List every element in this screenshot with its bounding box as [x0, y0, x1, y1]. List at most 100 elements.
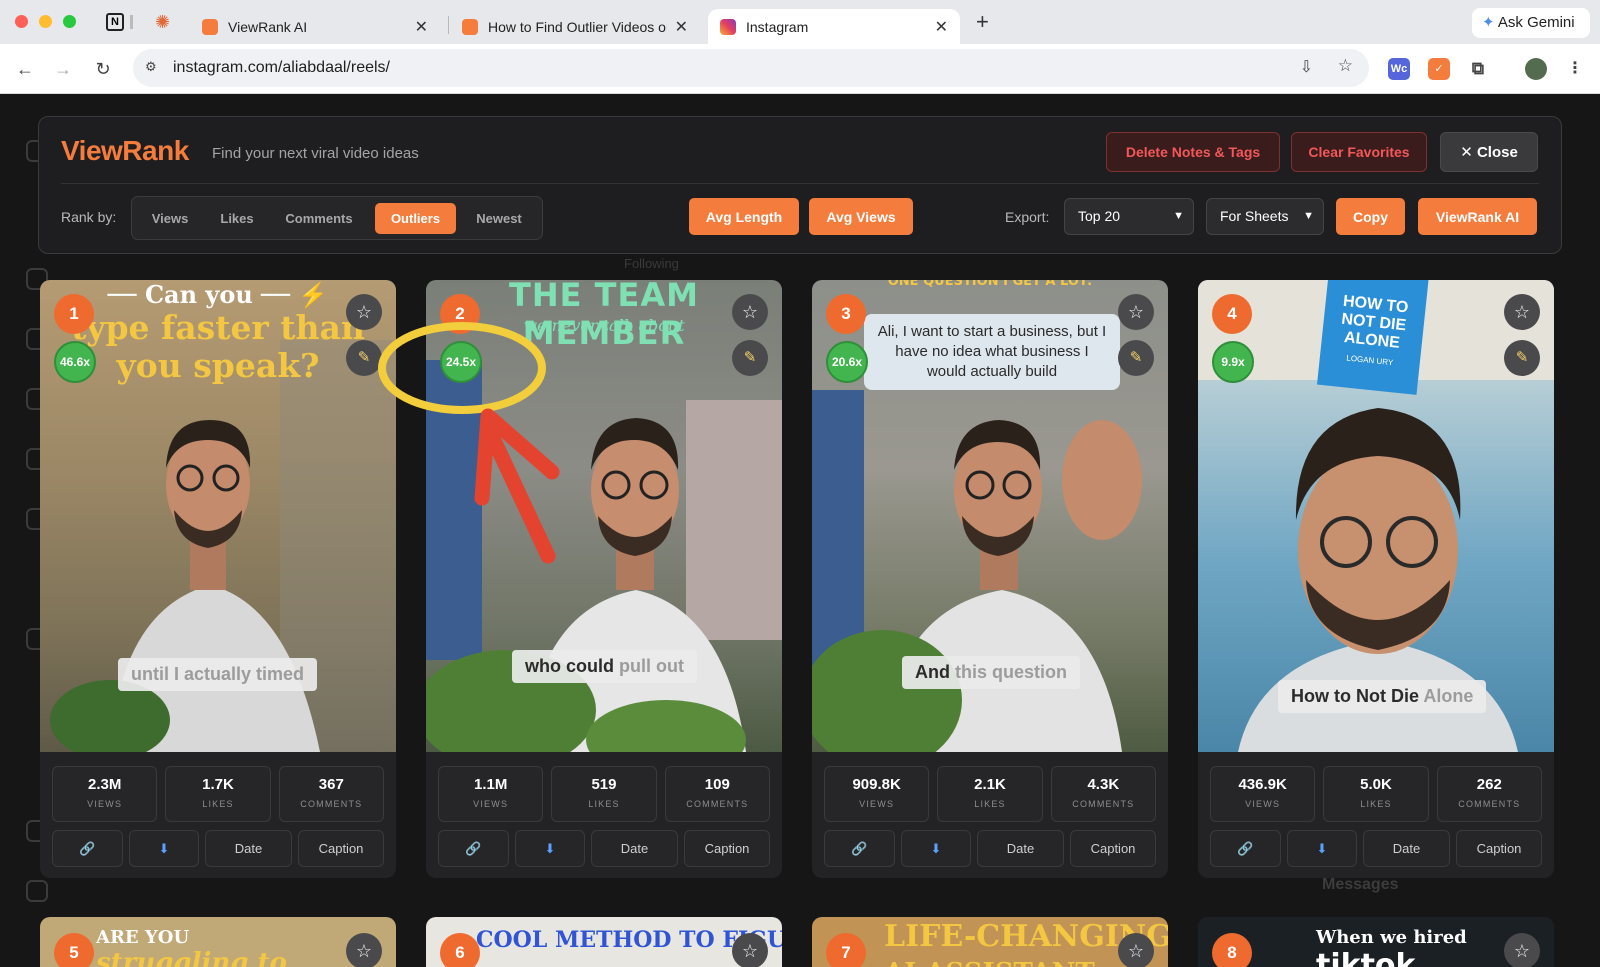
date-button[interactable]: Date: [591, 830, 678, 867]
download-icon[interactable]: ⬇: [515, 830, 585, 867]
pinned-tab-notion-icon[interactable]: N: [106, 13, 124, 31]
note-icon[interactable]: ✎: [346, 340, 382, 376]
hook-text: When we hired tiktok: [1316, 927, 1467, 967]
video-card[interactable]: THE TEAM MEMBER we never talk about 2 24…: [426, 280, 782, 878]
bookmark-star-icon[interactable]: ☆: [1338, 56, 1353, 76]
video-thumbnail[interactable]: THE TEAM MEMBER we never talk about 2 24…: [426, 280, 782, 752]
favorite-star-icon[interactable]: ☆: [1504, 933, 1540, 967]
stats-row: 2.3M VIEWS 1.7K LIKES 367 COMMENTS: [52, 766, 384, 822]
tab-instagram[interactable]: Instagram ✕: [708, 9, 960, 45]
favorite-star-icon[interactable]: ☆: [1118, 933, 1154, 967]
favorite-star-icon[interactable]: ☆: [346, 933, 382, 967]
caption-button[interactable]: Caption: [1456, 830, 1542, 867]
video-card[interactable]: 7 LIFE-CHANGINGAI ASSISTANT ☆: [812, 917, 1168, 967]
rank-option-newest[interactable]: Newest: [464, 203, 534, 234]
rank-badge: 5: [54, 933, 94, 967]
hook-text: ── Can you ── ⚡: [107, 280, 329, 309]
pinned-tab-claude-icon[interactable]: ✺: [155, 13, 173, 31]
video-thumbnail[interactable]: ONE QUESTION I GET A LOT: Ali, I want to…: [812, 280, 1168, 752]
close-button[interactable]: ✕ Close: [1440, 132, 1538, 172]
tab-outlier-videos[interactable]: How to Find Outlier Videos on ✕: [450, 9, 700, 45]
rank-badge: 2: [440, 294, 480, 334]
actions-row: 🔗 ⬇ Date Caption: [824, 830, 1156, 867]
following-text: Following: [624, 256, 679, 271]
viewrank-panel: ViewRank Find your next viral video idea…: [38, 116, 1562, 254]
caption-button[interactable]: Caption: [298, 830, 384, 867]
likes-stat: 519 LIKES: [551, 766, 657, 822]
export-scope-select[interactable]: Top 20 ▼: [1064, 198, 1194, 235]
more-menu-icon[interactable]: ⋮: [1564, 58, 1586, 80]
date-button[interactable]: Date: [205, 830, 292, 867]
likes-stat: 2.1K LIKES: [937, 766, 1043, 822]
favorite-star-icon[interactable]: ☆: [1504, 294, 1540, 330]
address-bar[interactable]: ⚙ instagram.com/aliabdaal/reels/ ⇩ ☆: [133, 49, 1369, 87]
install-app-icon[interactable]: ⇩: [1300, 57, 1313, 77]
extensions-puzzle-icon[interactable]: ⧉: [1467, 58, 1489, 80]
wc-extension-icon[interactable]: Wc: [1388, 58, 1410, 80]
rank-option-likes[interactable]: Likes: [209, 203, 265, 234]
reload-icon[interactable]: ↻: [90, 56, 116, 82]
favorite-star-icon[interactable]: ☆: [346, 294, 382, 330]
views-stat: 909.8K VIEWS: [824, 766, 930, 822]
window-zoom-button[interactable]: [63, 15, 76, 28]
window-minimize-button[interactable]: [39, 15, 52, 28]
viewrank-favicon-icon: [202, 19, 218, 35]
site-settings-icon[interactable]: ⚙: [145, 59, 157, 75]
rank-option-views[interactable]: Views: [139, 203, 201, 234]
download-icon[interactable]: ⬇: [901, 830, 971, 867]
forward-arrow-icon[interactable]: →: [50, 56, 76, 82]
link-icon[interactable]: 🔗: [1210, 830, 1281, 867]
rank-option-outliers[interactable]: Outliers: [375, 203, 456, 234]
copy-button[interactable]: Copy: [1336, 198, 1405, 235]
viewrank-logo: ViewRank: [61, 135, 189, 166]
window-close-button[interactable]: [15, 15, 28, 28]
video-card[interactable]: 6 COOL METHOD TO FIGURE OUT ☆: [426, 917, 782, 967]
new-tab-button[interactable]: +: [976, 9, 989, 35]
rank-by-segmented-control: Views Likes Comments Outliers Newest: [131, 196, 543, 240]
caption-button[interactable]: Caption: [1070, 830, 1156, 867]
download-icon[interactable]: ⬇: [1287, 830, 1357, 867]
download-icon[interactable]: ⬇: [129, 830, 199, 867]
messages-text: Messages: [1322, 876, 1399, 893]
outlier-multiplier-badge: 20.6x: [826, 341, 868, 383]
rank-option-comments[interactable]: Comments: [273, 203, 365, 234]
link-icon[interactable]: 🔗: [824, 830, 895, 867]
export-format-select[interactable]: For Sheets ▼: [1206, 198, 1324, 235]
video-card[interactable]: 8 When we hired tiktok ☆: [1198, 917, 1554, 967]
viewrank-ai-button[interactable]: ViewRank AI: [1418, 198, 1537, 235]
link-icon[interactable]: 🔗: [438, 830, 509, 867]
viewrank-extension-icon[interactable]: ✓: [1428, 58, 1450, 80]
favorite-star-icon[interactable]: ☆: [1118, 294, 1154, 330]
profile-avatar[interactable]: [1525, 58, 1547, 80]
link-icon[interactable]: 🔗: [52, 830, 123, 867]
back-arrow-icon[interactable]: ←: [12, 56, 38, 82]
views-stat: 2.3M VIEWS: [52, 766, 158, 822]
close-tab-icon[interactable]: ✕: [675, 17, 688, 37]
caption-button[interactable]: Caption: [684, 830, 770, 867]
favorite-star-icon[interactable]: ☆: [732, 294, 768, 330]
tab-viewrank[interactable]: ViewRank AI ✕: [190, 9, 440, 45]
video-card[interactable]: 5 ARE YOU struggling to ☆: [40, 917, 396, 967]
stats-row: 909.8K VIEWS 2.1K LIKES 4.3K COMMENTS: [824, 766, 1156, 822]
video-thumbnail[interactable]: ── Can you ── ⚡ type faster than you spe…: [40, 280, 396, 752]
note-icon[interactable]: ✎: [1118, 340, 1154, 376]
avg-length-button[interactable]: Avg Length: [689, 198, 799, 235]
video-card[interactable]: ONE QUESTION I GET A LOT: Ali, I want to…: [812, 280, 1168, 878]
video-card[interactable]: HOW TO NOT DIE ALONE LOGAN URY 4 9.9x ☆ …: [1198, 280, 1554, 878]
favorite-star-icon[interactable]: ☆: [732, 933, 768, 967]
delete-notes-tags-button[interactable]: Delete Notes & Tags: [1106, 132, 1280, 172]
date-button[interactable]: Date: [977, 830, 1064, 867]
note-icon[interactable]: ✎: [732, 340, 768, 376]
video-thumbnail[interactable]: HOW TO NOT DIE ALONE LOGAN URY 4 9.9x ☆ …: [1198, 280, 1554, 752]
date-button[interactable]: Date: [1363, 830, 1450, 867]
note-icon[interactable]: ✎: [1504, 340, 1540, 376]
avg-views-button[interactable]: Avg Views: [809, 198, 913, 235]
url-text[interactable]: instagram.com/aliabdaal/reels/: [173, 59, 390, 77]
ask-gemini-button[interactable]: ✦ Ask Gemini: [1472, 8, 1590, 38]
close-tab-icon[interactable]: ✕: [415, 17, 428, 37]
divider: [61, 183, 1539, 184]
clear-favorites-button[interactable]: Clear Favorites: [1291, 132, 1427, 172]
video-card[interactable]: ── Can you ── ⚡ type faster than you spe…: [40, 280, 396, 878]
close-tab-icon[interactable]: ✕: [935, 17, 948, 37]
tab-separator: [130, 15, 133, 29]
